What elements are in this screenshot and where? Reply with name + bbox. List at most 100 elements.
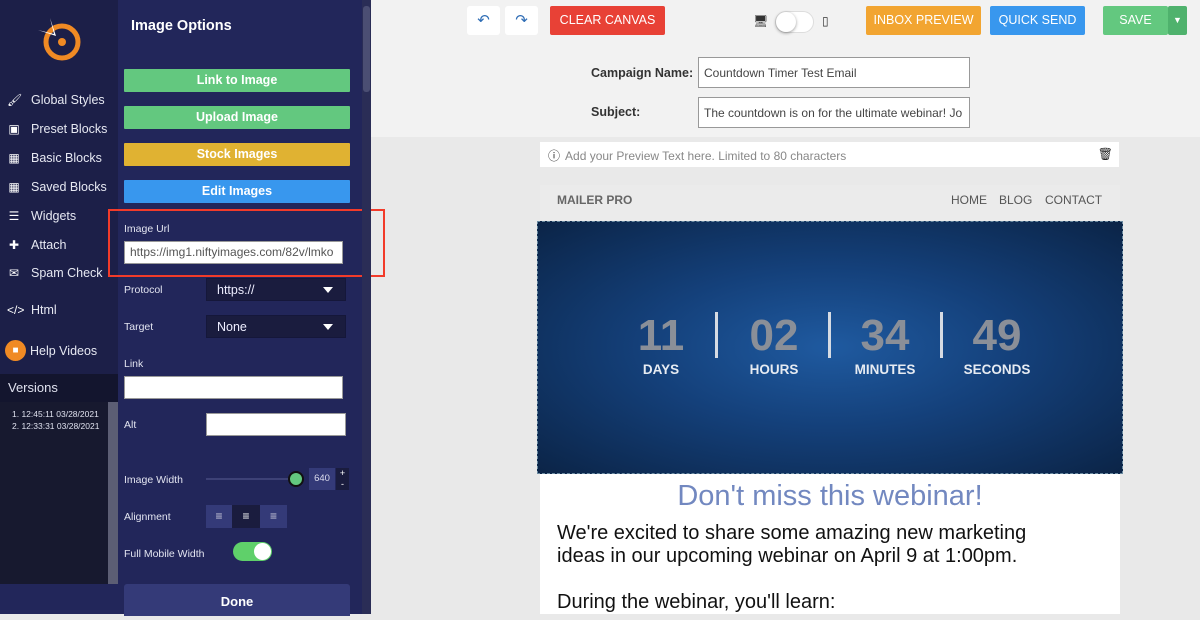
decrement-button[interactable]: - xyxy=(336,479,349,490)
inbox-preview-button[interactable]: INBOX PREVIEW xyxy=(866,6,981,35)
align-center-icon[interactable]: ≡ xyxy=(232,505,260,528)
countdown-unit: SECONDS xyxy=(963,362,1031,377)
email-body-paragraph: During the webinar, you'll learn: xyxy=(557,591,836,613)
nav-label: Help Videos xyxy=(30,343,98,358)
edit-images-button[interactable]: Edit Images xyxy=(124,180,350,203)
email-header: MAILER PRO HOME BLOG CONTACT xyxy=(540,185,1120,221)
quick-send-button[interactable]: QUICK SEND xyxy=(990,6,1085,35)
clear-canvas-button[interactable]: CLEAR CANVAS xyxy=(550,6,665,35)
nav-footer xyxy=(0,584,118,614)
nav-label: Spam Check xyxy=(31,266,103,280)
nav-label: Preset Blocks xyxy=(31,122,108,136)
image-width-input[interactable]: 640 xyxy=(309,468,335,490)
divider xyxy=(715,312,718,358)
target-select[interactable]: None xyxy=(206,315,346,338)
nav-basic-blocks[interactable]: ▦ Basic Blocks xyxy=(7,151,102,165)
versions-header[interactable]: Versions xyxy=(0,374,118,402)
gift-icon: ▣ xyxy=(8,122,20,136)
subject-label: Subject: xyxy=(591,105,641,119)
version-item[interactable]: 2. 12:33:31 03/28/2021 xyxy=(12,420,108,432)
done-button[interactable]: Done xyxy=(124,584,350,616)
alt-label: Alt xyxy=(124,419,137,431)
code-icon: </> xyxy=(7,303,25,317)
countdown-seconds: 49 SECONDS xyxy=(942,311,1052,378)
protocol-select[interactable]: https:// xyxy=(206,278,346,301)
target-label: Target xyxy=(124,321,154,333)
nav-saved-blocks[interactable]: ▦ Saved Blocks xyxy=(7,180,107,194)
full-mobile-width-toggle[interactable] xyxy=(233,542,272,561)
align-left-icon[interactable]: ≡ xyxy=(206,505,232,528)
campaign-name-label: Campaign Name: xyxy=(591,66,694,80)
nav-label: Widgets xyxy=(31,209,77,223)
nav-global-styles[interactable]: 🖌 Global Styles xyxy=(7,93,105,107)
nav-label: Html xyxy=(31,303,57,317)
grid-icon: ▦ xyxy=(8,180,20,194)
target-value: None xyxy=(217,320,247,334)
plus-icon: ✚ xyxy=(8,238,20,252)
panel-title: Image Options xyxy=(131,18,232,34)
email-link-contact[interactable]: CONTACT xyxy=(1045,193,1102,207)
caret-down-icon xyxy=(323,287,333,298)
nav-preset-blocks[interactable]: ▣ Preset Blocks xyxy=(7,122,107,136)
email-link-home[interactable]: HOME xyxy=(951,193,987,207)
preview-text-bar[interactable]: ⓘ Add your Preview Text here. Limited to … xyxy=(540,142,1119,167)
undo-icon[interactable]: ↶ xyxy=(467,6,500,35)
nav-help-videos[interactable]: ■ Help Videos xyxy=(5,340,97,361)
nav-label: Attach xyxy=(31,238,67,252)
brush-icon: 🖌 xyxy=(7,93,23,107)
image-width-label: Image Width xyxy=(124,474,183,486)
countdown-unit: DAYS xyxy=(642,362,680,377)
link-to-image-button[interactable]: Link to Image xyxy=(124,69,350,92)
subject-input[interactable]: The countdown is on for the ultimate web… xyxy=(698,97,970,128)
nav-attach[interactable]: ✚ Attach xyxy=(7,238,66,252)
nav-widgets[interactable]: ☰ Widgets xyxy=(7,209,77,223)
email-link-blog[interactable]: BLOG xyxy=(999,193,1032,207)
save-button[interactable]: SAVE xyxy=(1103,6,1168,35)
align-right-icon[interactable]: ≡ xyxy=(260,505,287,528)
mobile-icon[interactable]: ▯ xyxy=(822,14,829,28)
link-label: Link xyxy=(124,358,144,370)
info-icon: ⓘ xyxy=(548,149,561,163)
link-input[interactable] xyxy=(124,376,343,399)
countdown-days: 11 DAYS xyxy=(606,311,716,378)
highlight-box xyxy=(108,209,385,277)
countdown-minutes: 34 MINUTES xyxy=(830,312,940,378)
preview-text-input[interactable]: Add your Preview Text here. Limited to 8… xyxy=(565,149,846,163)
protocol-value: https:// xyxy=(217,283,255,297)
caret-down-icon xyxy=(323,324,333,335)
view-toggle[interactable] xyxy=(775,11,814,33)
nav-label: Saved Blocks xyxy=(31,180,107,194)
nav-label: Global Styles xyxy=(31,93,105,107)
list-icon: ☰ xyxy=(8,209,20,223)
countdown-timer-image[interactable]: 11 DAYS 02 HOURS 34 MINUTES 49 SECONDS xyxy=(537,221,1123,474)
redo-icon[interactable]: ↷ xyxy=(505,6,538,35)
countdown-hours: 02 HOURS xyxy=(719,312,829,378)
video-icon: ■ xyxy=(5,340,26,361)
logo[interactable] xyxy=(36,16,82,62)
desktop-icon[interactable]: 🖥 xyxy=(753,14,768,28)
countdown-unit: HOURS xyxy=(749,362,799,377)
email-brand: MAILER PRO xyxy=(557,193,633,207)
grid-icon: ▦ xyxy=(8,151,20,165)
upload-image-button[interactable]: Upload Image xyxy=(124,106,350,129)
countdown-number: 49 xyxy=(972,311,1022,360)
nav-html[interactable]: </> Html xyxy=(7,303,57,317)
image-width-slider[interactable] xyxy=(206,478,296,480)
versions-list: 1. 12:45:11 03/28/2021 2. 12:33:31 03/28… xyxy=(0,402,108,584)
panel-scrollbar[interactable] xyxy=(362,0,371,614)
version-item[interactable]: 1. 12:45:11 03/28/2021 xyxy=(12,408,108,420)
increment-button[interactable]: + xyxy=(336,468,349,479)
alignment-label: Alignment xyxy=(124,511,171,523)
stock-images-button[interactable]: Stock Images xyxy=(124,143,350,166)
slider-handle[interactable] xyxy=(288,471,304,487)
alt-input[interactable] xyxy=(206,413,346,436)
versions-scrollbar[interactable] xyxy=(108,402,118,584)
countdown-unit: MINUTES xyxy=(854,362,916,377)
envelope-icon: ✉ xyxy=(8,266,20,280)
nav-label: Basic Blocks xyxy=(31,151,102,165)
trash-icon[interactable]: 🗑 xyxy=(1098,147,1113,161)
nav-spam-check[interactable]: ✉ Spam Check xyxy=(7,266,103,280)
countdown-number: 11 xyxy=(637,311,685,360)
save-dropdown-icon[interactable]: ▼ xyxy=(1168,6,1187,35)
campaign-name-input[interactable]: Countdown Timer Test Email xyxy=(698,57,970,88)
